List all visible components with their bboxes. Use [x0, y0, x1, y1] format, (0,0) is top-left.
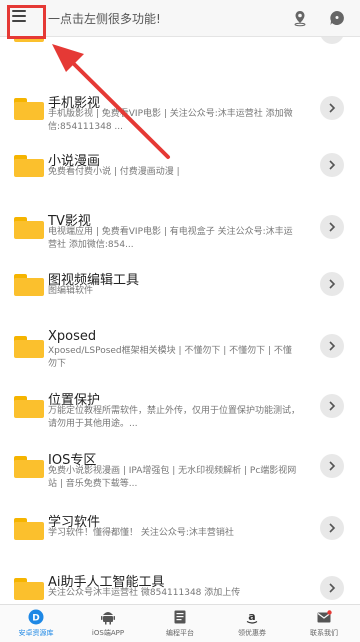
chat-icon[interactable]: [328, 9, 346, 27]
folder-icon: [14, 98, 44, 120]
chevron-right-icon[interactable]: [320, 454, 344, 478]
chevron-right-icon[interactable]: [320, 272, 344, 296]
chevron-right-icon[interactable]: [320, 394, 344, 418]
item-title: Xposed: [48, 329, 97, 344]
folder-icon: [14, 336, 44, 358]
folder-icon: [14, 578, 44, 600]
list-item[interactable]: 手机影视 手机版影视 | 免费看VIP电影 | 关注公众号:沐丰运营社 添加微信…: [0, 94, 360, 154]
list-item[interactable]: Xposed Xposed/LSPosed框架相关模块 | 不懂勿下 | 不懂勿…: [0, 329, 360, 390]
chevron-right-icon[interactable]: [320, 153, 344, 177]
location-icon[interactable]: [291, 9, 309, 27]
list-item[interactable]: IOS专区 免费小说影视漫画 | IPA增强包 | 无水印视频解析 | Pc端影…: [0, 450, 360, 510]
nav-item-ios-app[interactable]: iOS端APP: [72, 605, 144, 642]
item-desc: Xposed/LSPosed框架相关模块 | 不懂勿下 | 不懂勿下 | 不懂勿…: [48, 346, 292, 369]
folder-icon: [14, 274, 44, 296]
item-desc: 万能定位教程所需软件，禁止外传，仅用于位置保护功能测试，请勿用于其他用途。...: [48, 406, 301, 429]
list-item[interactable]: 学习软件 学习软件！懂得都懂！ 关注公众号:沐丰营销社: [0, 512, 360, 572]
chevron-right-icon[interactable]: [320, 96, 344, 120]
chevron-right-icon[interactable]: [320, 516, 344, 540]
android-resource-icon: D: [28, 609, 44, 625]
chevron-right-icon[interactable]: [320, 576, 344, 600]
folder-icon: [14, 456, 44, 478]
nav-label: 联系我们: [310, 629, 338, 637]
nav-label: iOS端APP: [91, 629, 125, 637]
bottom-nav: D 安卓资源库 iOS端APP 编程平台 a 领优惠券 联系我们: [0, 604, 360, 642]
list-item[interactable]: Ai助手人工智能工具 关注公众号沐丰运营社 微854111348 添加上传: [0, 572, 360, 604]
header-hint: 一点击左侧很多功能!: [48, 12, 161, 26]
mail-icon: [317, 610, 332, 623]
chevron-right-icon[interactable]: [320, 215, 344, 239]
item-desc: 手机版影视 | 免费看VIP电影 | 关注公众号:沐丰运营社 添加微信:8541…: [48, 109, 293, 132]
folder-icon: [14, 518, 44, 540]
folder-icon: [14, 155, 44, 177]
category-list: 手机影视 手机版影视 | 免费看VIP电影 | 关注公众号:沐丰运营社 添加微信…: [0, 36, 360, 604]
chevron-right-icon[interactable]: [320, 334, 344, 358]
item-desc: 学习软件！懂得都懂！ 关注公众号:沐丰营销社: [48, 528, 234, 538]
svg-text:D: D: [32, 614, 39, 624]
svg-text:a: a: [248, 610, 255, 623]
list-item[interactable]: [0, 36, 360, 62]
document-icon: [174, 610, 186, 624]
item-desc: 图编辑软件: [48, 286, 94, 296]
nav-item-contact[interactable]: 联系我们: [288, 605, 360, 642]
nav-item-android-resources[interactable]: D 安卓资源库: [0, 605, 72, 642]
amazon-icon: a: [246, 610, 258, 624]
nav-label: 安卓资源库: [18, 629, 54, 637]
highlight-box: [7, 5, 46, 39]
nav-item-coupons[interactable]: a 领优惠券: [216, 605, 288, 642]
item-desc: 免费看付费小说 | 付费漫画动漫 |: [48, 167, 180, 177]
top-bar: 一点击左侧很多功能!: [0, 0, 360, 37]
list-item[interactable]: TV影视 电视端应用 | 免费看VIP电影 | 有电视盒子 关注公众号:沐丰运营…: [0, 211, 360, 271]
folder-icon: [14, 217, 44, 239]
list-item[interactable]: 小说漫画 免费看付费小说 | 付费漫画动漫 |: [0, 151, 360, 211]
android-robot-icon: [101, 612, 115, 625]
folder-icon: [14, 396, 44, 418]
nav-label: 编程平台: [166, 629, 194, 637]
chevron-right-icon[interactable]: [320, 36, 344, 44]
nav-label: 领优惠券: [238, 629, 266, 637]
list-item[interactable]: 图视频编辑工具 图编辑软件: [0, 270, 360, 330]
item-desc: 关注公众号沐丰运营社 微854111348 添加上传: [48, 588, 241, 598]
list-item[interactable]: 位置保护 万能定位教程所需软件，禁止外传，仅用于位置保护功能测试，请勿用于其他用…: [0, 390, 360, 450]
item-desc: 免费小说影视漫画 | IPA增强包 | 无水印视频解析 | Pc端影视网站 | …: [48, 466, 297, 489]
nav-item-programming-platform[interactable]: 编程平台: [144, 605, 216, 642]
item-desc: 电视端应用 | 免费看VIP电影 | 有电视盒子 关注公众号:沐丰运营社 添加微…: [48, 227, 293, 250]
